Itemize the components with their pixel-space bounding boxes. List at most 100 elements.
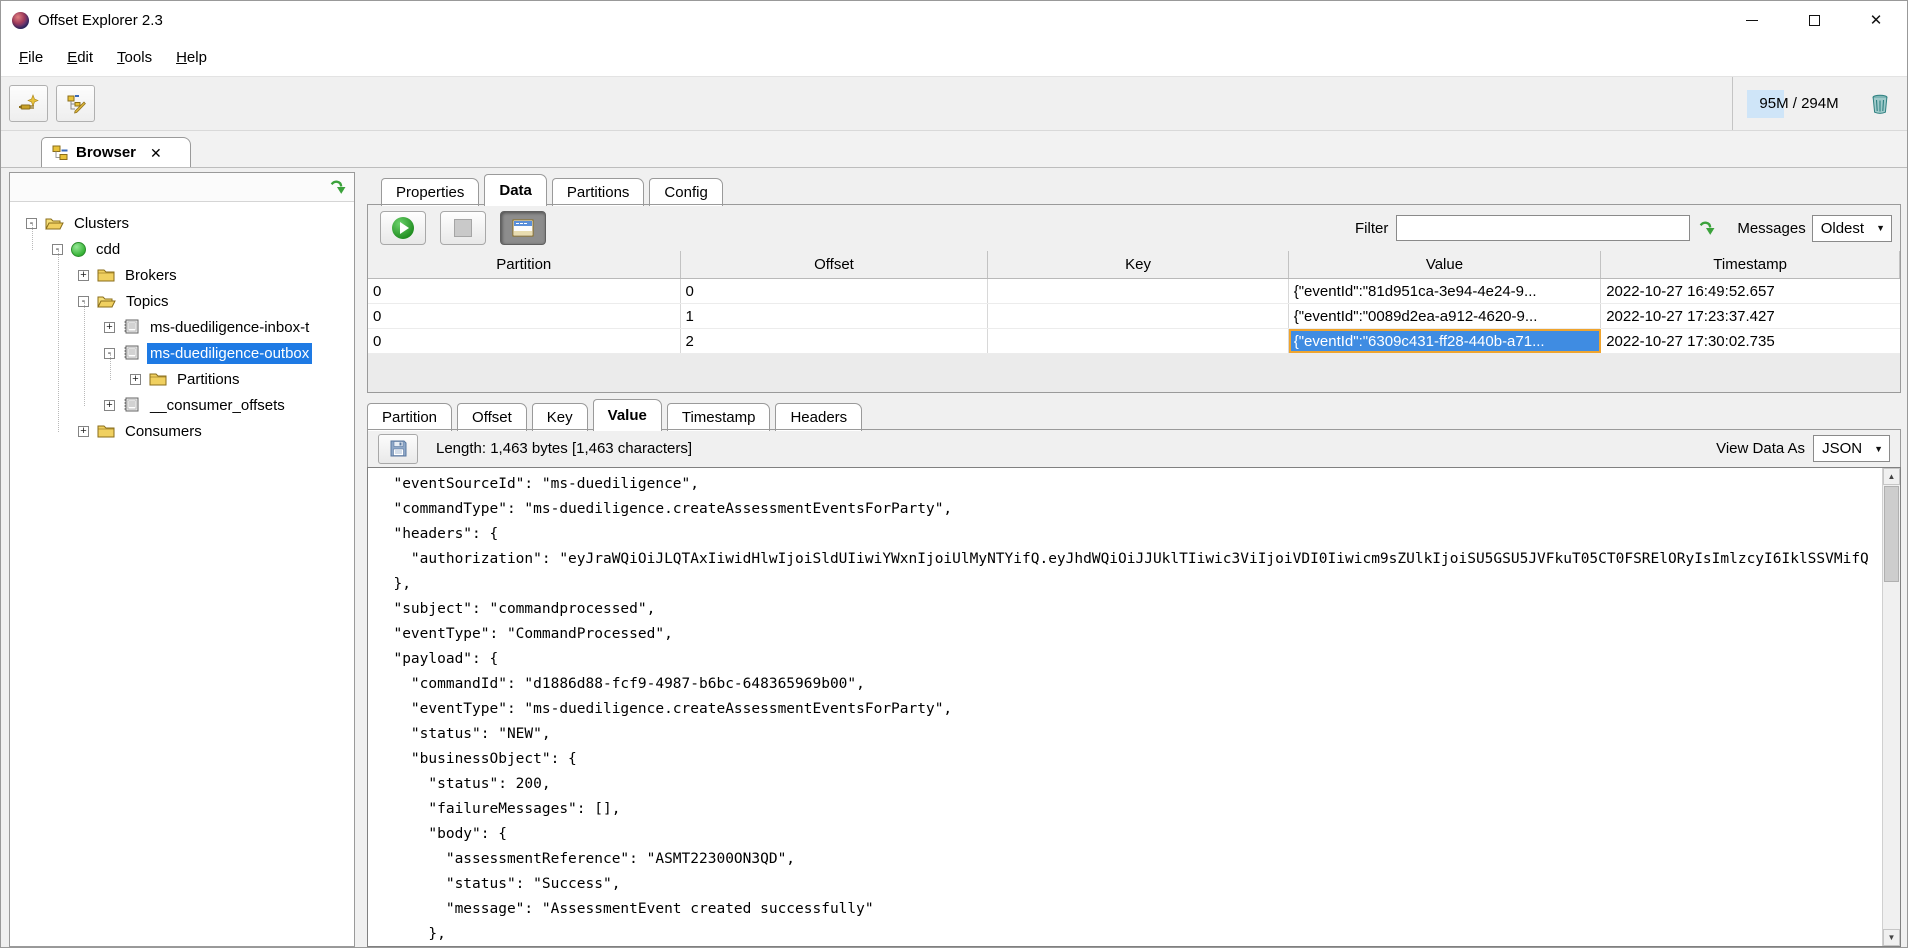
retrieve-messages-button[interactable] xyxy=(380,211,426,245)
tree-node-clusters[interactable]: - Clusters xyxy=(10,210,354,236)
cell-key[interactable] xyxy=(988,329,1288,353)
folder-open-icon xyxy=(97,294,116,309)
tab-properties[interactable]: Properties xyxy=(381,178,479,206)
tree-node-label: Brokers xyxy=(122,265,180,286)
cell-offset[interactable]: 2 xyxy=(681,329,989,353)
save-value-button[interactable] xyxy=(378,434,418,464)
scrollbar-thumb[interactable] xyxy=(1884,486,1899,582)
tree-guide xyxy=(110,354,111,380)
cell-offset[interactable]: 1 xyxy=(681,304,989,328)
tab-browser[interactable]: Browser ✕ xyxy=(41,137,191,167)
cell-value-selected[interactable]: {"eventId":"6309c431-ff28-440b-a71... xyxy=(1289,329,1602,353)
folder-open-icon xyxy=(45,216,64,231)
tab-partitions[interactable]: Partitions xyxy=(552,178,645,206)
tree-node-topic-outbox[interactable]: - ms-duediligence-outbox xyxy=(10,340,354,366)
edit-cluster-button[interactable] xyxy=(56,85,95,122)
table-row[interactable]: 0 1 {"eventId":"0089d2ea-a912-4620-9... … xyxy=(368,304,1900,329)
cell-offset[interactable]: 0 xyxy=(681,279,989,303)
filter-input[interactable] xyxy=(1396,215,1690,241)
panel-splitter[interactable] xyxy=(355,172,367,947)
play-icon xyxy=(392,217,414,239)
maximize-button[interactable] xyxy=(1783,1,1845,39)
messages-order-dropdown[interactable]: Oldest ▼ xyxy=(1812,215,1892,242)
json-line: "eventType": "ms-duediligence.createAsse… xyxy=(376,697,1882,722)
tab-key[interactable]: Key xyxy=(532,403,588,431)
cell-key[interactable] xyxy=(988,304,1288,328)
table-row[interactable]: 0 0 {"eventId":"81d951ca-3e94-4e24-9... … xyxy=(368,279,1900,304)
expander-icon[interactable]: + xyxy=(78,270,89,281)
scroll-up-icon[interactable]: ▲ xyxy=(1883,468,1900,485)
expand-collapse-icon[interactable] xyxy=(329,179,346,196)
menu-help[interactable]: Help xyxy=(164,43,219,72)
tab-partition[interactable]: Partition xyxy=(367,403,452,431)
menu-bar: File Edit Tools Help xyxy=(1,39,1907,77)
tree-node-label: Consumers xyxy=(122,421,205,442)
tree-node-cdd[interactable]: - cdd xyxy=(10,236,354,262)
json-line: "payload": { xyxy=(376,647,1882,672)
memory-area: 95M / 294M xyxy=(1732,77,1907,130)
expander-icon[interactable]: + xyxy=(78,426,89,437)
tree-node-label: Topics xyxy=(123,291,172,312)
tree-guide xyxy=(84,302,85,406)
tree-guide xyxy=(58,250,59,432)
tree-node-label-selected: ms-duediligence-outbox xyxy=(147,343,312,364)
window-controls: ✕ xyxy=(1721,1,1907,39)
cell-value[interactable]: {"eventId":"0089d2ea-a912-4620-9... xyxy=(1289,304,1602,328)
expander-icon[interactable]: + xyxy=(104,322,115,333)
length-text: Length: 1,463 bytes [1,463 characters] xyxy=(436,440,692,457)
expander-icon[interactable]: + xyxy=(104,400,115,411)
add-connection-button[interactable] xyxy=(9,85,48,122)
column-header-key[interactable]: Key xyxy=(988,251,1288,278)
column-header-timestamp[interactable]: Timestamp xyxy=(1601,251,1900,278)
view-data-as-dropdown[interactable]: JSON ▼ xyxy=(1813,435,1890,462)
cluster-tree-panel: - Clusters - cdd + Brokers - Top xyxy=(9,172,355,947)
tab-headers[interactable]: Headers xyxy=(775,403,862,431)
value-viewer: "eventSourceId": "ms-duediligence", "com… xyxy=(367,467,1901,947)
menu-tools[interactable]: Tools xyxy=(105,43,164,72)
scrollbar-track[interactable] xyxy=(1883,583,1900,929)
stop-button[interactable] xyxy=(440,211,486,245)
menu-file[interactable]: File xyxy=(7,43,55,72)
cell-value[interactable]: {"eventId":"81d951ca-3e94-4e24-9... xyxy=(1289,279,1602,303)
tree-node-partitions[interactable]: + Partitions xyxy=(10,366,354,392)
tree-node-consumers[interactable]: + Consumers xyxy=(10,418,354,444)
column-header-offset[interactable]: Offset xyxy=(681,251,989,278)
cell-timestamp[interactable]: 2022-10-27 17:23:37.427 xyxy=(1601,304,1900,328)
cell-timestamp[interactable]: 2022-10-27 16:49:52.657 xyxy=(1601,279,1900,303)
cell-key[interactable] xyxy=(988,279,1288,303)
cell-partition[interactable]: 0 xyxy=(368,279,681,303)
menu-edit[interactable]: Edit xyxy=(55,43,105,72)
tab-timestamp[interactable]: Timestamp xyxy=(667,403,771,431)
minimize-button[interactable] xyxy=(1721,1,1783,39)
toggle-data-view-button[interactable] xyxy=(500,211,546,245)
cell-timestamp[interactable]: 2022-10-27 17:30:02.735 xyxy=(1601,329,1900,353)
tab-close-icon[interactable]: ✕ xyxy=(150,146,162,160)
json-content[interactable]: "eventSourceId": "ms-duediligence", "com… xyxy=(368,468,1882,946)
main-toolbar: 95M / 294M xyxy=(1,77,1907,131)
memory-usage-button[interactable]: 95M / 294M xyxy=(1747,90,1851,118)
apply-filter-icon[interactable] xyxy=(1698,220,1715,237)
tab-config[interactable]: Config xyxy=(649,178,722,206)
column-header-value[interactable]: Value xyxy=(1289,251,1602,278)
json-line: "status": 200, xyxy=(376,772,1882,797)
table-row-selected[interactable]: 0 2 {"eventId":"6309c431-ff28-440b-a71..… xyxy=(368,329,1900,354)
cell-partition[interactable]: 0 xyxy=(368,329,681,353)
expander-icon[interactable]: + xyxy=(130,374,141,385)
chevron-down-icon: ▼ xyxy=(1874,444,1883,454)
topic-icon xyxy=(123,319,140,335)
tab-offset[interactable]: Offset xyxy=(457,403,527,431)
tab-value[interactable]: Value xyxy=(593,399,662,431)
scroll-down-icon[interactable]: ▼ xyxy=(1883,929,1900,946)
cell-partition[interactable]: 0 xyxy=(368,304,681,328)
vertical-scrollbar[interactable]: ▲ ▼ xyxy=(1882,468,1900,946)
tab-data[interactable]: Data xyxy=(484,174,547,206)
close-button[interactable]: ✕ xyxy=(1845,1,1907,39)
tree-node-topics[interactable]: - Topics xyxy=(10,288,354,314)
tree-node-brokers[interactable]: + Brokers xyxy=(10,262,354,288)
tree-node-consumer-offsets[interactable]: + __consumer_offsets xyxy=(10,392,354,418)
json-line: "assessmentReference": "ASMT22300ON3QD", xyxy=(376,847,1882,872)
close-icon: ✕ xyxy=(1870,13,1883,28)
tree-node-topic-inbox[interactable]: + ms-duediligence-inbox-t xyxy=(10,314,354,340)
column-header-partition[interactable]: Partition xyxy=(368,251,681,278)
garbage-collect-button[interactable] xyxy=(1863,88,1897,120)
